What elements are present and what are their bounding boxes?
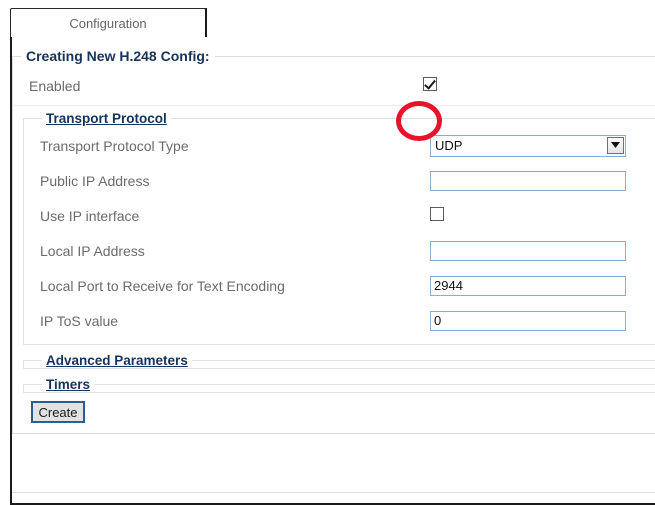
create-button[interactable]: Create bbox=[31, 401, 85, 423]
control-use-ip-interface bbox=[430, 207, 655, 224]
row-local-port-text-encoding: Local Port to Receive for Text Encoding bbox=[24, 268, 655, 303]
label-local-port-text-encoding: Local Port to Receive for Text Encoding bbox=[40, 277, 285, 294]
chevron-down-icon[interactable] bbox=[607, 136, 624, 154]
tab-strip: Configuration bbox=[0, 0, 655, 40]
row-transport-protocol-type: Transport Protocol Type UDP bbox=[24, 128, 655, 163]
row-use-ip-interface: Use IP interface bbox=[24, 198, 655, 233]
transport-protocol-type-value: UDP bbox=[430, 134, 626, 157]
row-local-ip-address: Local IP Address bbox=[24, 233, 655, 268]
legend-transport-protocol: Transport Protocol bbox=[46, 111, 167, 126]
label-enabled: Enabled bbox=[29, 77, 81, 94]
local-ip-address-input[interactable] bbox=[430, 240, 626, 261]
local-port-text-encoding-input[interactable] bbox=[430, 275, 626, 296]
panel-bottom-divider bbox=[12, 492, 655, 493]
enabled-checkbox[interactable] bbox=[423, 77, 437, 91]
row-enabled: Enabled bbox=[13, 68, 655, 106]
legend-timers[interactable]: Timers bbox=[42, 377, 94, 392]
section-timers[interactable]: Timers bbox=[23, 377, 655, 393]
label-public-ip-address: Public IP Address bbox=[40, 172, 150, 189]
section-transport-protocol: Transport Protocol Transport Protocol Ty… bbox=[23, 111, 655, 345]
control-transport-protocol-type: UDP bbox=[430, 134, 655, 157]
ip-tos-value-input[interactable] bbox=[430, 310, 626, 331]
label-local-ip-address: Local IP Address bbox=[40, 242, 145, 259]
tab-configuration-label: Configuration bbox=[69, 16, 147, 31]
tab-right-edge bbox=[205, 8, 207, 39]
label-transport-protocol-type: Transport Protocol Type bbox=[40, 137, 189, 154]
public-ip-address-input[interactable] bbox=[430, 170, 626, 191]
control-ip-tos-value bbox=[430, 310, 655, 331]
tab-configuration[interactable]: Configuration bbox=[10, 8, 206, 38]
control-local-port-text-encoding bbox=[430, 275, 655, 296]
control-enabled bbox=[423, 77, 655, 94]
transport-protocol-type-select[interactable]: UDP bbox=[430, 134, 626, 157]
page-title: Creating New H.248 Config: bbox=[26, 48, 210, 64]
row-public-ip-address: Public IP Address bbox=[24, 163, 655, 198]
control-public-ip-address bbox=[430, 170, 655, 191]
row-ip-tos-value: IP ToS value bbox=[24, 303, 655, 338]
creating-new-config-fieldset: Creating New H.248 Config: Enabled Trans… bbox=[12, 48, 655, 434]
legend-advanced-parameters[interactable]: Advanced Parameters bbox=[42, 353, 192, 368]
label-use-ip-interface: Use IP interface bbox=[40, 207, 140, 224]
use-ip-interface-checkbox[interactable] bbox=[430, 207, 444, 221]
section-advanced-parameters[interactable]: Advanced Parameters bbox=[23, 353, 655, 369]
control-local-ip-address bbox=[430, 240, 655, 261]
label-ip-tos-value: IP ToS value bbox=[40, 312, 119, 329]
